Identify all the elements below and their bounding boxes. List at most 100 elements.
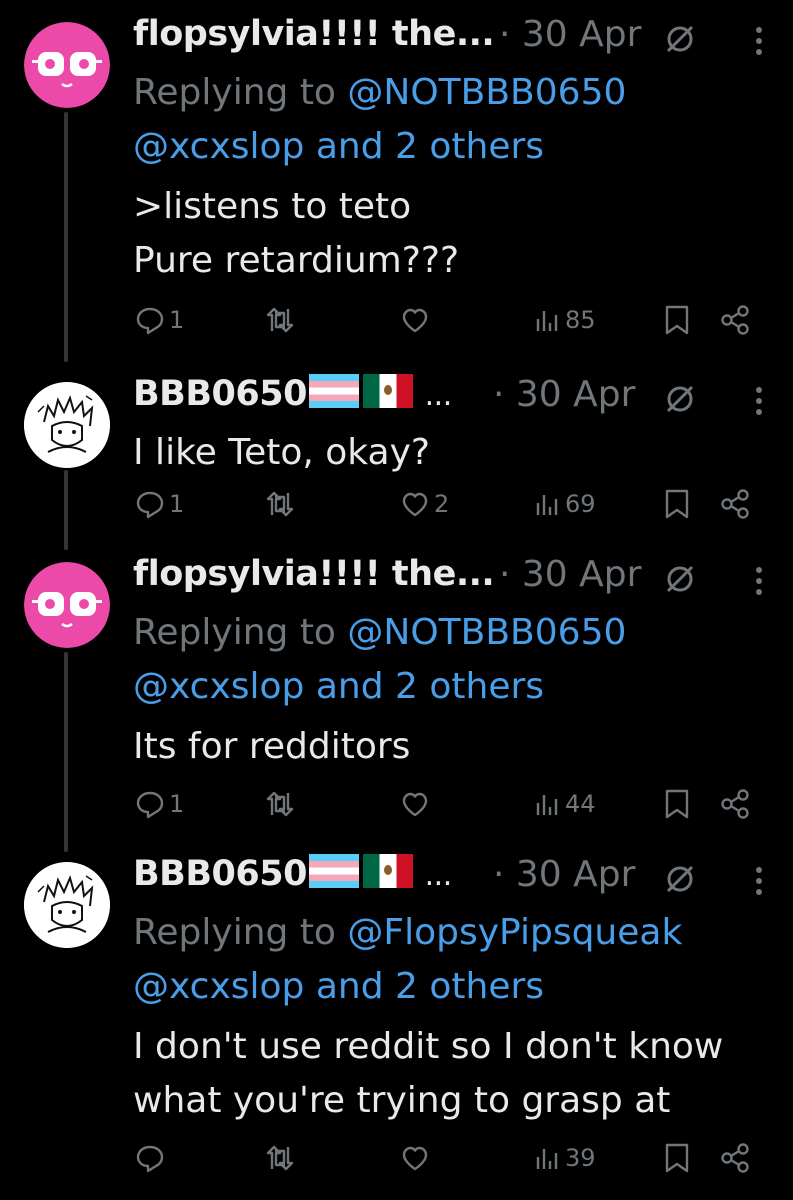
heart-icon: [402, 1146, 428, 1171]
like-button[interactable]: [398, 300, 434, 340]
pink-face-avatar-icon: [24, 562, 110, 648]
grok-icon[interactable]: [663, 862, 697, 896]
tweet-text: >listens to teto Pure retardium???: [133, 186, 460, 281]
author-name[interactable]: flopsylvia!!!! the...: [133, 554, 495, 594]
replying-to-line: Replying to @NOTBBB0650: [133, 606, 763, 660]
views-button[interactable]: 39: [533, 1138, 596, 1178]
like-count: 2: [434, 490, 450, 518]
tweet-date[interactable]: · 30 Apr: [499, 554, 641, 595]
share-button[interactable]: [718, 1138, 752, 1178]
replying-to-line: Replying to @NOTBBB0650: [133, 66, 763, 120]
bookmark-button[interactable]: [663, 784, 691, 824]
reply-button[interactable]: 1: [133, 484, 184, 524]
analytics-icon: [536, 311, 558, 331]
tweet-date[interactable]: · 30 Apr: [499, 14, 641, 55]
transgender-flag-icon: [308, 374, 359, 408]
tweet-text: I like Teto, okay?: [133, 432, 430, 473]
tweet[interactable]: BBB0650 ... · 30 Apr I like Teto, okay? …: [0, 360, 793, 540]
more-options-icon[interactable]: [755, 866, 763, 896]
share-button[interactable]: [718, 784, 752, 824]
mexico-flag-icon: [362, 374, 413, 408]
bookmark-button[interactable]: [663, 1138, 691, 1178]
replying-to-others-link[interactable]: @xcxslop and 2 others: [133, 660, 763, 714]
transgender-flag-icon: [308, 854, 359, 888]
like-button[interactable]: [398, 1138, 434, 1178]
author-name-ellipsis: ...: [424, 858, 453, 893]
repost-button[interactable]: [263, 484, 299, 524]
author-name-ellipsis: ...: [424, 378, 453, 413]
tweet-date[interactable]: · 30 Apr: [493, 374, 635, 415]
tweet-date[interactable]: · 30 Apr: [493, 854, 635, 895]
repost-icon: [266, 791, 294, 817]
repost-button[interactable]: [263, 300, 299, 340]
views-button[interactable]: 69: [533, 484, 596, 524]
more-options-icon[interactable]: [755, 26, 763, 56]
bookmark-icon: [665, 305, 689, 335]
author-name[interactable]: flopsylvia!!!! the...: [133, 14, 495, 54]
view-count: 85: [565, 306, 596, 334]
tweet-text: I don't use reddit so I don't know what …: [133, 1026, 724, 1121]
replying-to-others-link[interactable]: @xcxslop and 2 others: [133, 960, 763, 1014]
share-icon: [721, 305, 749, 335]
replying-to-others-link[interactable]: @xcxslop and 2 others: [133, 120, 763, 174]
replying-to-handle[interactable]: @FlopsyPipsqueak: [347, 912, 682, 953]
replying-to-handle[interactable]: @NOTBBB0650: [347, 72, 626, 113]
bookmark-icon: [665, 489, 689, 519]
more-options-icon[interactable]: [755, 566, 763, 596]
view-count: 39: [565, 1144, 596, 1172]
bookmark-button[interactable]: [663, 484, 691, 524]
share-button[interactable]: [718, 484, 752, 524]
pink-face-avatar-icon: [24, 22, 110, 108]
views-button[interactable]: 85: [533, 300, 596, 340]
tweet[interactable]: flopsylvia!!!! the... · 30 Apr Replying …: [0, 0, 793, 360]
author-name-text: BBB0650: [133, 374, 307, 414]
replying-to-line: Replying to @FlopsyPipsqueak: [133, 906, 763, 960]
avatar[interactable]: [24, 382, 110, 468]
more-options-icon[interactable]: [755, 386, 763, 416]
sketch-character-avatar-icon: [24, 382, 110, 468]
reply-button[interactable]: 1: [133, 784, 184, 824]
grok-icon[interactable]: [663, 382, 697, 416]
repost-button[interactable]: [263, 1138, 299, 1178]
conversation-thread: flopsylvia!!!! the... · 30 Apr Replying …: [0, 0, 793, 1200]
grok-icon[interactable]: [663, 562, 697, 596]
heart-icon: [402, 792, 428, 817]
analytics-icon: [536, 1149, 558, 1169]
analytics-icon: [536, 795, 558, 815]
share-icon: [721, 489, 749, 519]
grok-icon[interactable]: [663, 22, 697, 56]
share-button[interactable]: [718, 300, 752, 340]
reply-count: 1: [169, 306, 185, 334]
like-button[interactable]: [398, 784, 434, 824]
view-count: 69: [565, 490, 596, 518]
repost-button[interactable]: [263, 784, 299, 824]
author-name[interactable]: BBB0650 ...: [133, 374, 452, 414]
replying-to-label: Replying to: [133, 72, 348, 113]
tweet-actions: 1 2 69: [133, 484, 763, 524]
bookmark-icon: [665, 789, 689, 819]
views-button[interactable]: 44: [533, 784, 596, 824]
replying-to-handle[interactable]: @NOTBBB0650: [347, 612, 626, 653]
tweet[interactable]: BBB0650 ... · 30 Apr Replying to @Flopsy…: [0, 840, 793, 1200]
author-name[interactable]: BBB0650 ...: [133, 854, 452, 894]
reply-icon: [136, 1145, 164, 1173]
heart-icon: [402, 308, 428, 333]
tweet[interactable]: flopsylvia!!!! the... · 30 Apr Replying …: [0, 540, 793, 840]
heart-icon: [402, 492, 428, 517]
reply-button[interactable]: 1: [133, 300, 184, 340]
like-button[interactable]: 2: [398, 484, 449, 524]
tweet-actions: 1 85: [133, 300, 763, 340]
repost-icon: [266, 491, 294, 517]
share-icon: [721, 789, 749, 819]
repost-icon: [266, 307, 294, 333]
share-icon: [721, 1143, 749, 1173]
reply-button[interactable]: [133, 1138, 169, 1178]
avatar[interactable]: [24, 862, 110, 948]
tweet-actions: 1 44: [133, 784, 763, 824]
avatar[interactable]: [24, 562, 110, 648]
bookmark-button[interactable]: [663, 300, 691, 340]
reply-icon: [136, 307, 164, 335]
avatar[interactable]: [24, 22, 110, 108]
reply-icon: [136, 791, 164, 819]
tweet-actions: 39: [133, 1138, 763, 1178]
